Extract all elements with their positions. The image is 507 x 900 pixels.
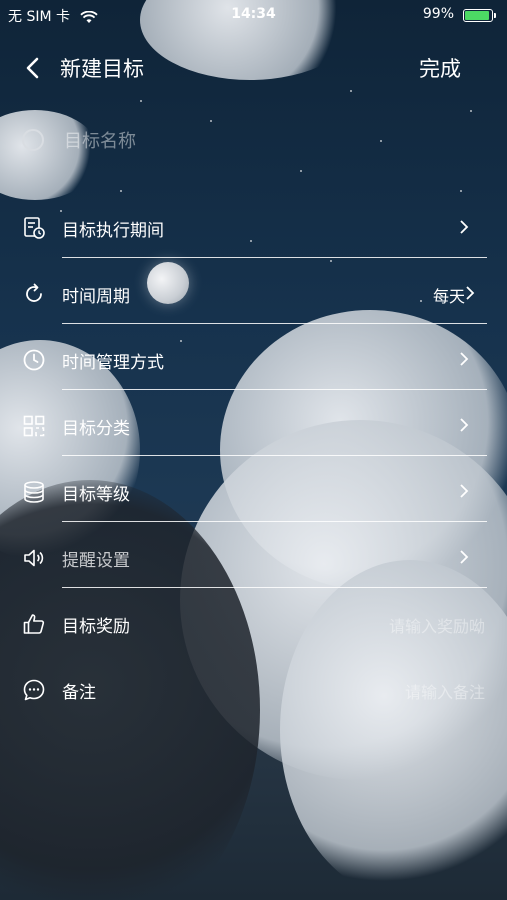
status-bar: 无 SIM 卡 14:34 99% <box>0 0 507 30</box>
chevron-left-icon <box>26 57 39 79</box>
battery-percentage: 99% <box>422 6 454 22</box>
done-button[interactable]: 完成 <box>419 53 461 83</box>
row-goal-reward[interactable]: 目标奖励 请输入奖励呦 <box>0 594 507 654</box>
database-icon <box>24 481 44 503</box>
radio-circle-icon[interactable] <box>22 129 44 151</box>
row-label: 备注 <box>62 683 96 703</box>
row-label: 目标奖励 <box>62 617 130 637</box>
row-time-cycle[interactable]: 时间周期 每天 <box>0 264 507 324</box>
row-label: 时间管理方式 <box>62 353 164 373</box>
row-label: 提醒设置 <box>62 551 130 571</box>
row-reminder-settings[interactable]: 提醒设置 <box>0 528 507 588</box>
calendar-clock-icon <box>24 217 45 239</box>
row-remarks[interactable]: 备注 请输入备注 <box>0 660 507 720</box>
refresh-icon <box>26 283 42 302</box>
chat-bubble-icon <box>23 679 45 701</box>
battery-icon <box>463 9 496 22</box>
chevron-right-icon <box>460 550 469 564</box>
row-execution-period[interactable]: 目标执行期间 <box>0 198 507 258</box>
chevron-right-icon <box>460 484 469 498</box>
divider <box>62 587 487 588</box>
chevron-right-icon <box>466 286 475 300</box>
divider <box>62 455 487 456</box>
divider <box>62 389 487 390</box>
row-label: 时间周期 <box>62 287 130 307</box>
row-label: 目标等级 <box>62 485 130 505</box>
divider <box>62 521 487 522</box>
navigation-bar: 新建目标 完成 <box>0 45 507 91</box>
row-value: 每天 <box>432 287 465 306</box>
speaker-icon <box>24 549 44 567</box>
goal-name-input[interactable] <box>62 124 446 158</box>
row-label: 目标分类 <box>62 419 130 439</box>
row-goal-category[interactable]: 目标分类 <box>0 396 507 456</box>
page-title: 新建目标 <box>60 57 144 81</box>
back-button[interactable] <box>18 53 48 83</box>
clock-icon <box>23 349 45 371</box>
row-label: 目标执行期间 <box>62 221 164 241</box>
category-grid-icon <box>23 415 45 437</box>
divider <box>62 257 487 258</box>
thumbs-up-icon <box>23 614 45 634</box>
remarks-input-placeholder[interactable]: 请输入备注 <box>405 679 485 703</box>
reward-input-placeholder[interactable]: 请输入奖励呦 <box>389 613 485 637</box>
chevron-right-icon <box>460 418 469 432</box>
row-time-management[interactable]: 时间管理方式 <box>0 330 507 390</box>
divider <box>62 323 487 324</box>
row-goal-level[interactable]: 目标等级 <box>0 462 507 522</box>
chevron-right-icon <box>460 220 469 234</box>
goal-name-row <box>0 118 507 164</box>
chevron-right-icon <box>460 352 469 366</box>
